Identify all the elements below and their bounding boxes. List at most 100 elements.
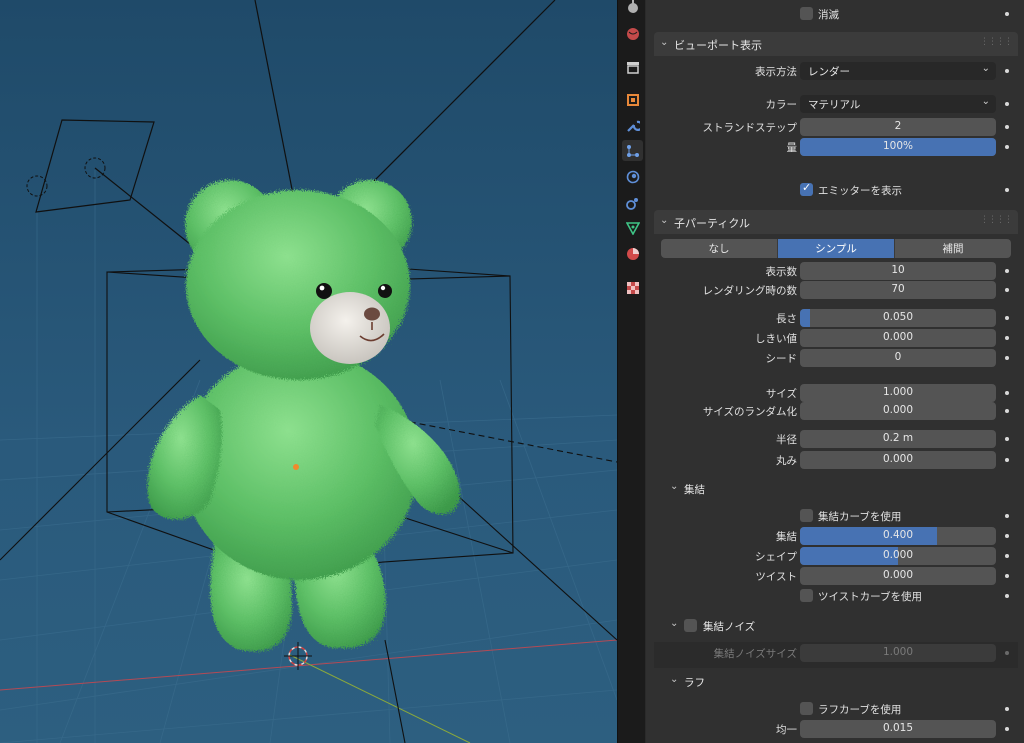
clump-noise-size-field: 1.000 [800, 644, 996, 662]
clump-slider[interactable]: 0.400 [800, 527, 996, 545]
keyframe-dot[interactable] [1005, 145, 1009, 149]
vanish-label: 消滅 [818, 9, 839, 21]
twist-row: ツイスト 0.000 [646, 567, 1024, 585]
chevron-down-icon: ⌄ [981, 63, 990, 74]
tool-icon[interactable] [622, 0, 643, 17]
display-amount-field[interactable]: 10 [800, 262, 996, 280]
texture-icon[interactable] [622, 277, 643, 298]
use-rough-curve-checkbox[interactable] [800, 702, 813, 715]
keyframe-dot[interactable] [1005, 458, 1009, 462]
keyframe-dot[interactable] [1005, 534, 1009, 538]
data-icon[interactable] [622, 217, 643, 238]
threshold-row: しきい値 0.000 [646, 329, 1024, 347]
shape-slider[interactable]: 0.000 [800, 547, 996, 565]
teddy-bear-model [147, 180, 461, 652]
field-value: 0.000 [882, 331, 914, 343]
drag-grip-icon[interactable]: ⋮⋮⋮⋮ [980, 37, 1013, 47]
render-amount-field[interactable]: 70 [800, 281, 996, 299]
mode-simple-button[interactable]: シンプル [778, 239, 895, 258]
mode-interpolated-button[interactable]: 補間 [895, 239, 1011, 258]
keyframe-dot[interactable] [1005, 574, 1009, 578]
twist-slider[interactable]: 0.000 [800, 567, 996, 585]
show-emitter-row: エミッターを表示 [646, 181, 1024, 199]
world-icon[interactable] [622, 23, 643, 44]
field-value: 1.000 [882, 646, 914, 658]
field-value: 1.000 [882, 386, 914, 398]
seed-label: シード [765, 353, 798, 365]
drag-grip-icon[interactable]: ⋮⋮⋮⋮ [980, 215, 1013, 225]
chevron-down-icon: ⌄ [670, 481, 679, 492]
modifier-icon[interactable] [622, 115, 643, 136]
field-value: 100% [882, 140, 914, 152]
keyframe-dot[interactable] [1005, 594, 1009, 598]
object-icon[interactable] [622, 89, 643, 110]
use-clump-curve-row: 集結カーブを使用 [646, 507, 1024, 525]
radius-label: 半径 [776, 434, 797, 446]
uniform-slider[interactable]: 0.015 [800, 720, 996, 738]
keyframe-dot[interactable] [1005, 288, 1009, 292]
field-value: 0.400 [882, 529, 914, 541]
amount-slider[interactable]: 100% [800, 138, 996, 156]
keyframe-dot[interactable] [1005, 707, 1009, 711]
constraints-icon[interactable] [622, 192, 643, 213]
viewport-display-header[interactable]: ⌄ ビューポート表示 ⋮⋮⋮⋮ [654, 32, 1018, 56]
mode-none-button[interactable]: なし [661, 239, 778, 258]
keyframe-dot[interactable] [1005, 125, 1009, 129]
field-value: 0 [894, 351, 902, 363]
seed-field[interactable]: 0 [800, 349, 996, 367]
collection-icon[interactable] [622, 56, 643, 77]
amount-row: 量 100% [646, 138, 1024, 156]
use-twist-curve-row: ツイストカーブを使用 [646, 587, 1024, 605]
subpanel-title: 集結 [684, 484, 705, 496]
keyframe-dot[interactable] [1005, 12, 1009, 16]
keyframe-dot[interactable] [1005, 554, 1009, 558]
keyframe-dot[interactable] [1005, 409, 1009, 413]
keyframe-dot[interactable] [1005, 69, 1009, 73]
color-dropdown[interactable]: マテリアル ⌄ [800, 95, 996, 113]
section-title: 子パーティクル [674, 217, 751, 230]
keyframe-dot [1005, 651, 1009, 655]
3d-viewport[interactable] [0, 0, 617, 743]
shape-row: シェイプ 0.000 [646, 547, 1024, 565]
use-clump-curve-label: 集結カーブを使用 [818, 511, 902, 523]
threshold-slider[interactable]: 0.000 [800, 329, 996, 347]
keyframe-dot[interactable] [1005, 102, 1009, 106]
size-label: サイズ [765, 388, 797, 400]
children-header[interactable]: ⌄ 子パーティクル ⋮⋮⋮⋮ [654, 210, 1018, 234]
display-method-dropdown[interactable]: レンダー ⌄ [800, 62, 996, 80]
clump-noise-checkbox[interactable] [684, 619, 697, 632]
vanish-row: 消滅 [646, 5, 1024, 23]
field-value: 0.015 [882, 722, 914, 734]
roundness-row: 丸み 0.000 [646, 451, 1024, 469]
keyframe-dot[interactable] [1005, 727, 1009, 731]
particles-icon[interactable] [622, 140, 643, 161]
material-icon[interactable] [622, 243, 643, 264]
radius-field[interactable]: 0.2 m [800, 430, 996, 448]
subpanel-title: 集結ノイズ [703, 621, 756, 633]
use-twist-curve-checkbox[interactable] [800, 589, 813, 602]
use-clump-curve-checkbox[interactable] [800, 509, 813, 522]
display-method-label: 表示方法 [755, 66, 797, 78]
strand-steps-field[interactable]: 2 [800, 118, 996, 136]
show-emitter-checkbox[interactable] [800, 181, 813, 196]
random-size-row: サイズのランダム化 0.000 [646, 402, 1024, 420]
vanish-checkbox[interactable] [800, 7, 813, 20]
size-field[interactable]: 1.000 [800, 384, 996, 402]
keyframe-dot[interactable] [1005, 336, 1009, 340]
keyframe-dot[interactable] [1005, 514, 1009, 518]
size-row: サイズ 1.000 [646, 384, 1024, 402]
keyframe-dot[interactable] [1005, 437, 1009, 441]
seed-row: シード 0 [646, 349, 1024, 367]
keyframe-dot[interactable] [1005, 269, 1009, 273]
keyframe-dot[interactable] [1005, 356, 1009, 360]
keyframe-dot[interactable] [1005, 316, 1009, 320]
strand-steps-row: ストランドステップ 2 [646, 118, 1024, 136]
roundness-field[interactable]: 0.000 [800, 451, 996, 469]
clump-row: 集結 0.400 [646, 527, 1024, 545]
chevron-down-icon: ⌄ [660, 37, 669, 48]
random-size-field[interactable]: 0.000 [800, 402, 996, 420]
keyframe-dot[interactable] [1005, 188, 1009, 192]
length-slider[interactable]: 0.050 [800, 309, 996, 327]
physics-icon[interactable] [622, 166, 643, 187]
keyframe-dot[interactable] [1005, 391, 1009, 395]
